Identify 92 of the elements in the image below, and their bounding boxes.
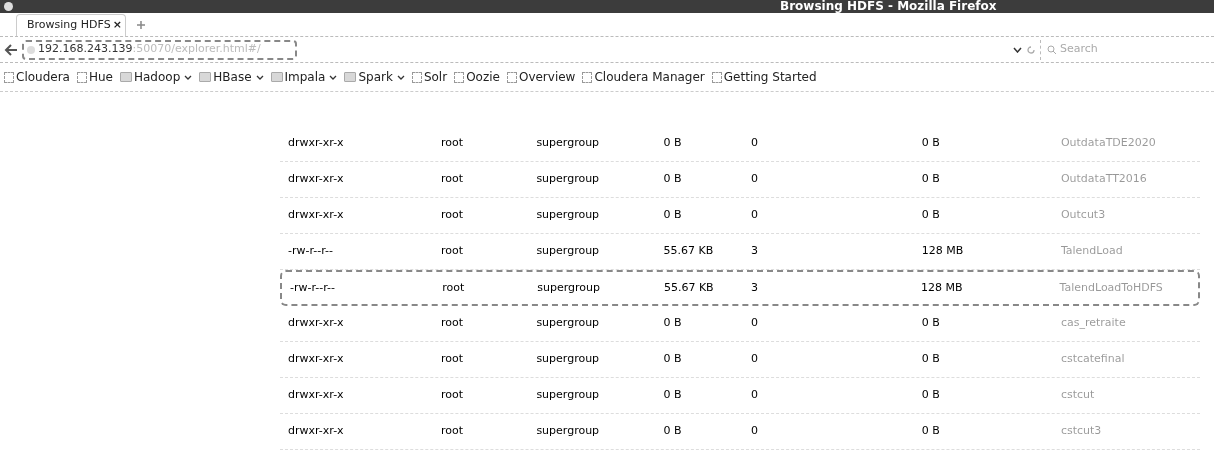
table-cell-text: drwxr-xr-x <box>288 387 345 404</box>
table-cell-text: 0 <box>750 387 759 404</box>
table-cell-text: root <box>441 243 465 260</box>
new-tab-icon[interactable] <box>136 20 146 30</box>
table-cell-text: 0 B <box>921 171 941 188</box>
table-cell-text: supergroup <box>537 279 601 296</box>
search-icon <box>1047 44 1057 55</box>
table-cell-text: supergroup <box>536 243 601 260</box>
table-cell-text: 0 <box>750 315 759 332</box>
table-cell-text: 0 B <box>921 135 941 152</box>
table-cell-text: 128 MB <box>921 279 964 296</box>
table-cell-text: root <box>441 423 465 440</box>
bookmark-item[interactable]: HBase <box>199 68 264 86</box>
address-field[interactable]: 192.168.243.139:50070/explorer.html#/ <box>22 39 297 60</box>
table-cell-text: drwxr-xr-x <box>288 423 345 440</box>
bookmark-item[interactable]: Hue <box>76 68 113 86</box>
table-cell-text: drwxr-xr-x <box>288 135 345 152</box>
page-icon <box>582 71 593 83</box>
table-cell-text: 0 <box>750 207 759 224</box>
table-cell-text: root <box>441 207 465 224</box>
table-cell-text: root <box>441 387 465 404</box>
table-cell-text: 0 B <box>663 171 683 188</box>
page-icon <box>506 71 517 83</box>
folder-icon <box>344 72 357 82</box>
folder-icon <box>199 72 212 82</box>
table-cell-text: 3 <box>750 279 759 296</box>
bookmark-item[interactable]: Spark <box>344 68 405 86</box>
table-cell-text: drwxr-xr-x <box>288 171 345 188</box>
table-cell-text: -rw-r--r-- <box>288 243 334 260</box>
back-icon[interactable] <box>4 43 18 56</box>
table-cell-text: supergroup <box>536 423 601 440</box>
table-cell-text: drwxr-xr-x <box>288 351 345 368</box>
table-cell-text: 0 B <box>921 351 941 368</box>
table-cell-text: 0 B <box>921 315 941 332</box>
table-cell-text: 0 B <box>663 315 683 332</box>
bookmark-item[interactable]: Getting Started <box>711 68 817 86</box>
page-icon <box>454 71 465 83</box>
folder-icon <box>119 72 132 82</box>
table-cell-text: drwxr-xr-x <box>288 315 345 332</box>
table-cell-text: 0 <box>750 171 759 188</box>
bookmark-item[interactable]: Cloudera Manager <box>582 68 705 86</box>
bookmark-item[interactable]: Overview <box>506 68 576 86</box>
bookmark-item[interactable]: Hadoop <box>119 68 193 86</box>
page-icon <box>76 71 87 83</box>
table-cell-text: 128 MB <box>921 243 965 260</box>
window-menu-icon[interactable] <box>4 2 13 11</box>
table-cell-text: 0 B <box>921 207 941 224</box>
dropdown-icon[interactable] <box>1013 46 1022 53</box>
table-cell-text: root <box>441 315 465 332</box>
page-icon <box>4 71 14 83</box>
tab[interactable]: Browsing HDFS × <box>16 14 126 36</box>
table-cell-text: supergroup <box>536 351 601 368</box>
close-tab-button[interactable]: × <box>110 17 124 34</box>
table-cell-text: 0 B <box>921 423 941 440</box>
caret-icon <box>255 74 264 80</box>
caret-icon <box>396 74 405 80</box>
bookmark-item[interactable]: Cloudera <box>4 68 70 86</box>
info-icon <box>27 45 35 54</box>
table-cell-text: 0 B <box>921 387 941 404</box>
page-icon <box>411 71 422 83</box>
page-icon <box>711 71 722 83</box>
url-text: 192.168.243.139:50070/explorer.html#/ <box>38 41 261 58</box>
table-cell-text: 0 B <box>663 423 683 440</box>
folder-icon <box>270 72 283 82</box>
table-cell-text: drwxr-xr-x <box>288 207 345 224</box>
table-cell-text: -rw-r--r-- <box>290 279 336 296</box>
table-cell-text: 0 B <box>663 135 683 152</box>
window-title: Browsing HDFS - Mozilla Firefox <box>780 0 997 13</box>
table-cell-text: 0 B <box>663 387 683 404</box>
table-cell-text: 0 <box>750 423 759 440</box>
bookmark-item[interactable]: Solr <box>411 68 448 86</box>
bookmark-item[interactable]: Impala <box>270 68 338 86</box>
table-cell-text: 0 B <box>663 207 683 224</box>
table-cell-text: root <box>442 279 466 296</box>
caret-icon <box>184 74 193 80</box>
table-cell-text: 55.67 KB <box>663 243 715 260</box>
table-cell-text: root <box>441 171 465 188</box>
table-cell-text: supergroup <box>536 387 601 404</box>
table-cell-text: 3 <box>750 243 759 260</box>
bookmark-item[interactable]: Oozie <box>454 68 500 86</box>
table-cell-text: supergroup <box>536 315 601 332</box>
table-cell-text: root <box>441 135 465 152</box>
table-cell-text: 0 B <box>663 351 683 368</box>
table-cell-text: 55.67 KB <box>663 279 715 296</box>
table-cell-text: 0 <box>750 135 759 152</box>
table-cell-text: supergroup <box>536 171 601 188</box>
table-cell-text: supergroup <box>536 135 601 152</box>
table-cell-text: root <box>441 351 465 368</box>
caret-icon <box>329 74 338 80</box>
search-field[interactable]: Search <box>1060 41 1200 58</box>
table-cell-text: supergroup <box>536 207 601 224</box>
table-cell-text: 0 <box>750 351 759 368</box>
